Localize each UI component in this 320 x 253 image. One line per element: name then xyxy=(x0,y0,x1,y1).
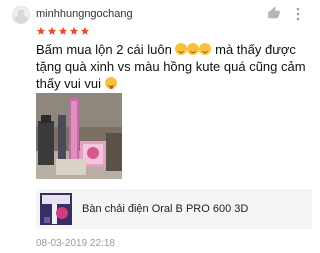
product-card[interactable]: Bàn chải điện Oral B PRO 600 3D xyxy=(36,189,312,229)
review-text: Bấm mua lộn 2 cái luôn mà thấy được tặng… xyxy=(36,41,314,92)
star-icon xyxy=(80,26,90,35)
product-name: Bàn chải điện Oral B PRO 600 3D xyxy=(82,203,249,215)
avatar[interactable] xyxy=(12,6,30,24)
review-timestamp: 08-03-2019 22:18 xyxy=(36,238,115,249)
reviewer-username[interactable]: minhhungngochang xyxy=(36,8,133,20)
star-icon xyxy=(69,26,79,35)
thumbs-up-icon[interactable] xyxy=(267,6,281,20)
product-thumbnail-image xyxy=(40,193,72,225)
star-icon xyxy=(47,26,57,35)
product-thumbnail xyxy=(40,193,72,225)
star-icon xyxy=(36,26,46,35)
grinning-sweat-emoji-icon xyxy=(199,43,212,55)
star-icon xyxy=(58,26,68,35)
tongue-emoji-icon xyxy=(104,77,117,89)
more-vertical-icon[interactable] xyxy=(295,7,301,21)
review-photo[interactable] xyxy=(36,93,122,179)
rating-stars xyxy=(36,26,90,36)
grinning-sweat-emoji-icon xyxy=(187,43,200,55)
grinning-sweat-emoji-icon xyxy=(175,43,188,55)
review-photo-image xyxy=(36,93,122,179)
review-text-part-1: Bấm mua lộn 2 cái luôn xyxy=(36,42,172,57)
